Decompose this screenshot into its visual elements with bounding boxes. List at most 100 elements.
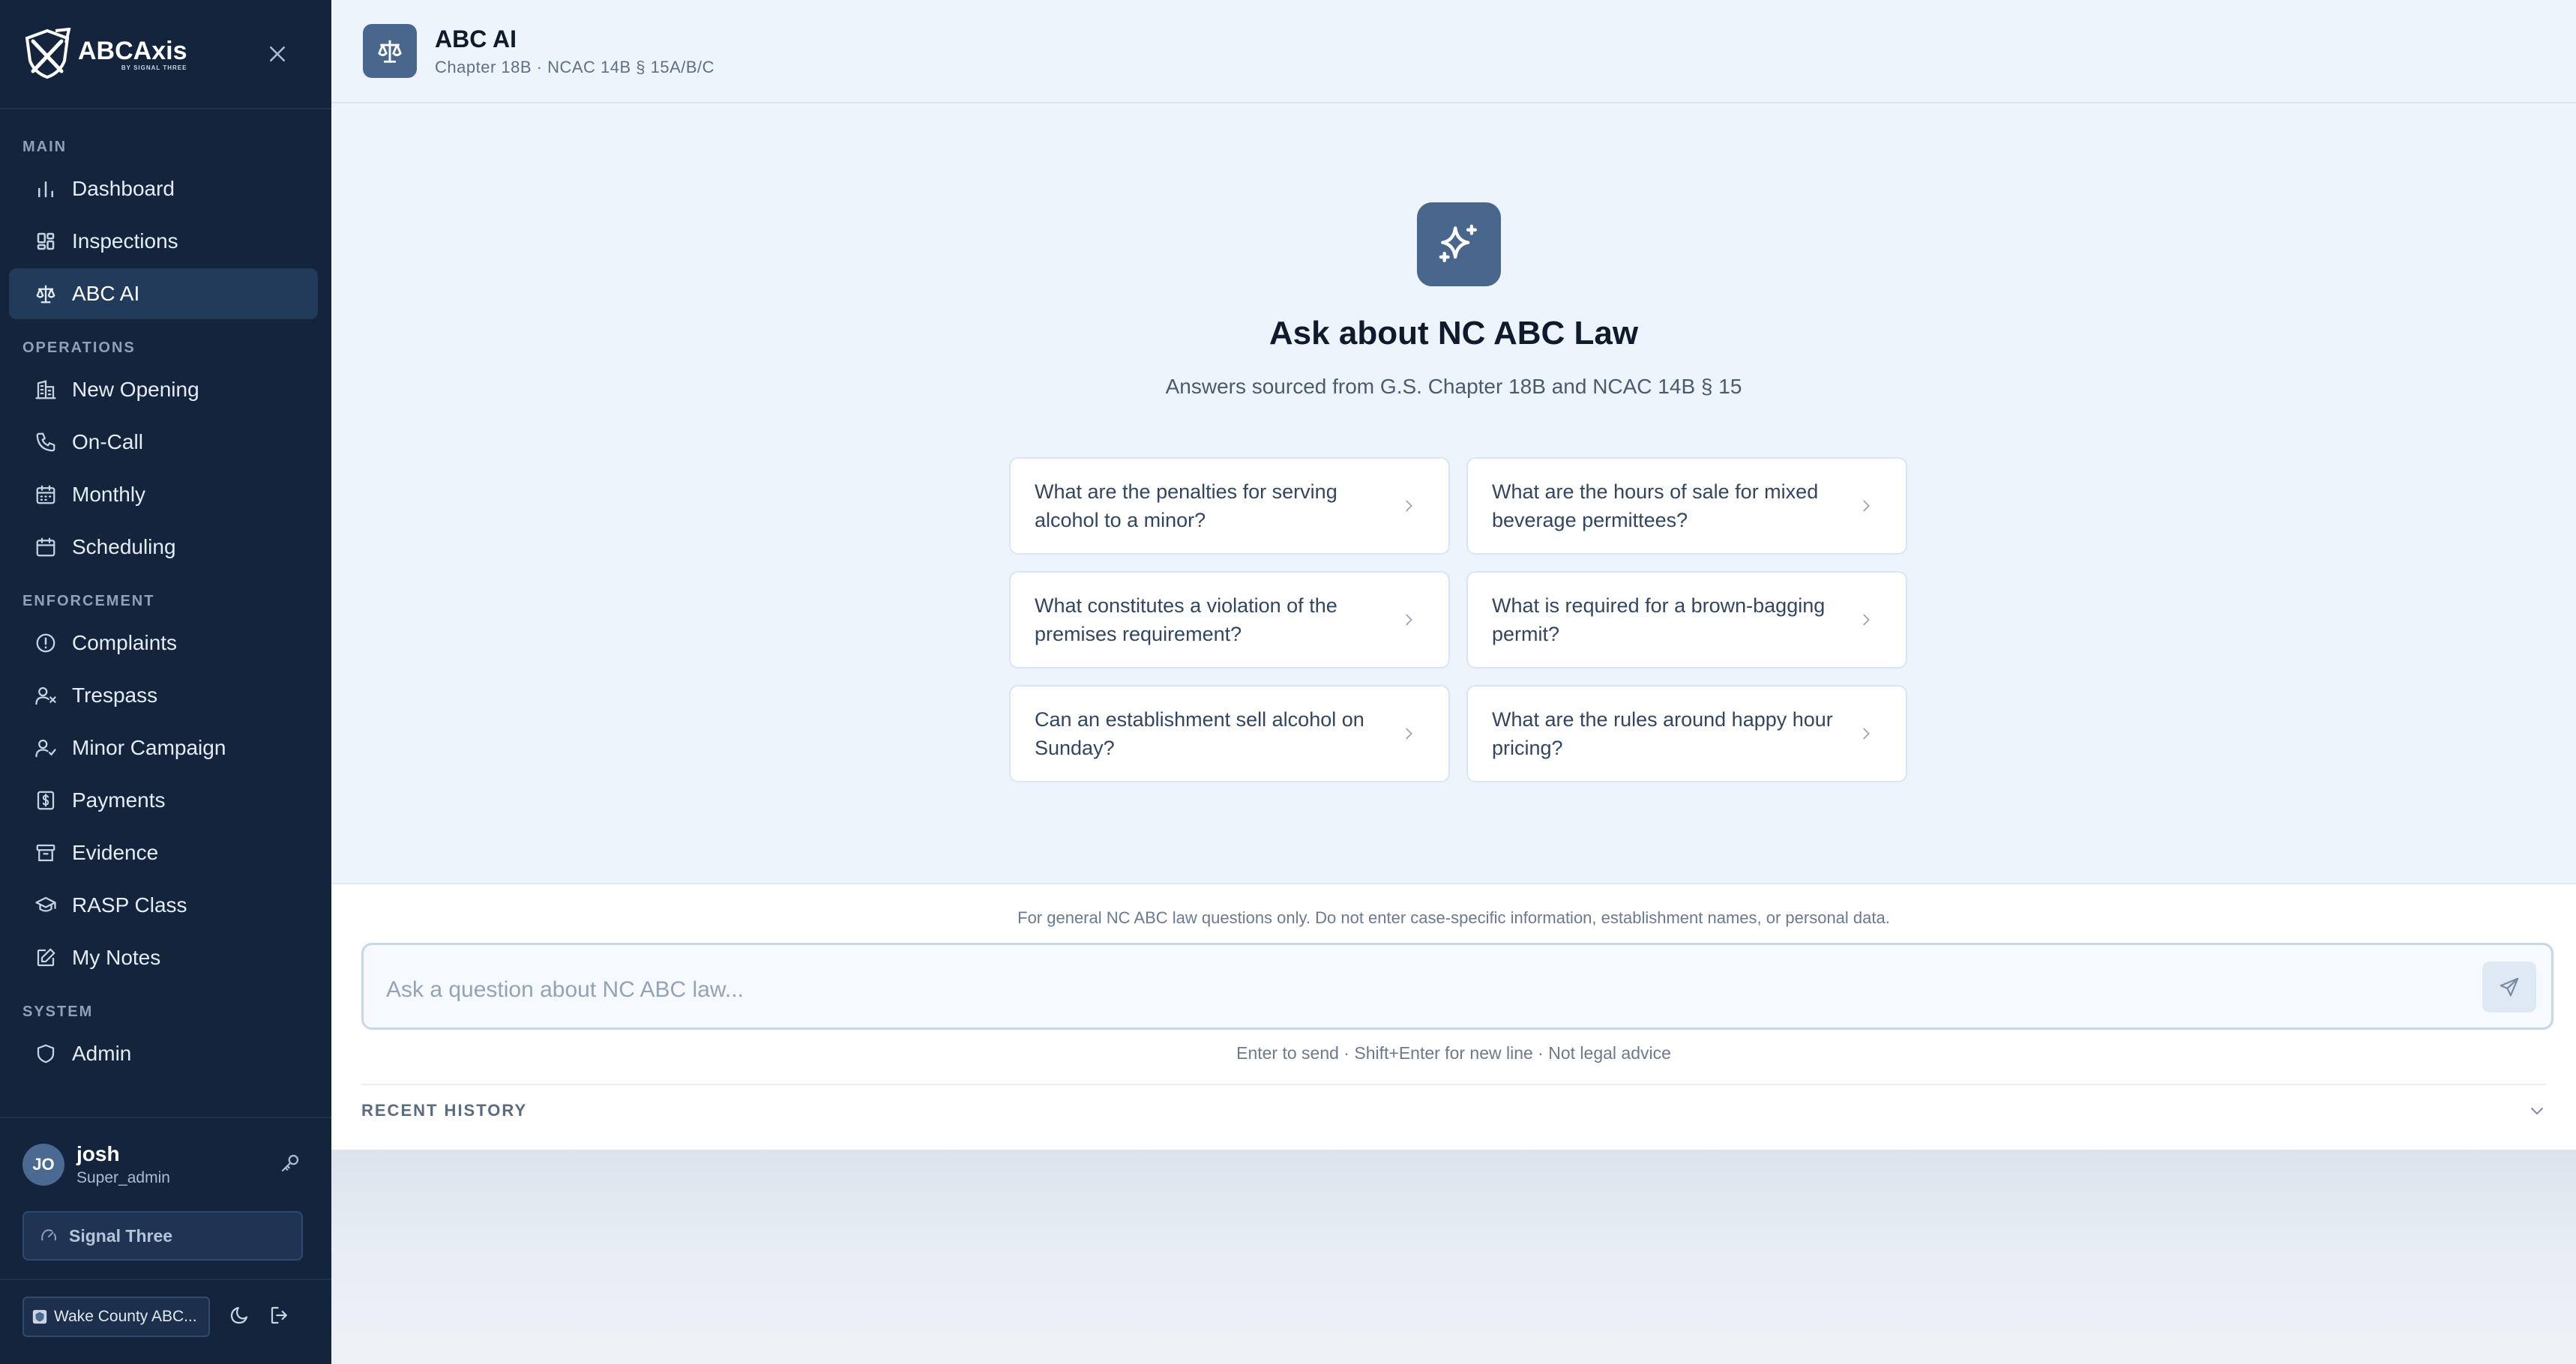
hero-icon: [1417, 202, 1501, 286]
sidebar-item-label: Evidence: [72, 841, 159, 864]
county-selector-button[interactable]: Wake County ABC...: [22, 1297, 210, 1337]
building-icon: [35, 380, 56, 399]
sidebar-item-new-opening[interactable]: New Opening: [9, 364, 318, 415]
chevron-right-icon: [1406, 728, 1412, 740]
logout-icon: [271, 1306, 287, 1324]
section-label-system: SYSTEM: [22, 1004, 94, 1020]
logo-text: ABCAxis: [78, 36, 187, 65]
sidebar-item-label: Scheduling: [72, 535, 176, 558]
calendar-icon: [36, 537, 55, 557]
county-seal-icon: [32, 1309, 47, 1324]
sidebar-footer: JO josh Super_admin Signal Three Wake Co…: [0, 1117, 331, 1364]
sidebar-item-complaints[interactable]: Complaints: [9, 618, 318, 669]
sidebar-item-label: New Opening: [72, 378, 199, 401]
suggestion-card[interactable]: What are the rules around happy hour pri…: [1466, 685, 1907, 782]
sidebar-item-abc-ai[interactable]: ABC AI: [9, 268, 318, 319]
calendar-days-icon: [36, 485, 55, 504]
sidebar-item-admin[interactable]: Admin: [9, 1028, 318, 1079]
sidebar-item-label: Monthly: [72, 483, 146, 506]
user-role: Super_admin: [76, 1169, 170, 1186]
theme-toggle-button[interactable]: [228, 1304, 250, 1330]
sidebar-nav: MAIN Dashboard Inspections ABC AI OPERAT…: [0, 109, 331, 1079]
chevron-right-icon: [1406, 500, 1412, 512]
hero-subtitle: Answers sourced from G.S. Chapter 18B an…: [1165, 375, 1742, 398]
send-icon: [2500, 977, 2519, 997]
page-background: [331, 1150, 2576, 1364]
suggestion-text: Can an establishment sell alcohol on Sun…: [1035, 708, 1364, 759]
county-button-label: Wake County ABC...: [54, 1308, 197, 1325]
user-profile: JO josh Super_admin: [0, 1118, 331, 1211]
page-subtitle: Chapter 18B · NCAC 14B § 15A/B/C: [435, 57, 715, 76]
page-header: ABC AI Chapter 18B · NCAC 14B § 15A/B/C: [331, 0, 2576, 103]
sidebar-item-evidence[interactable]: Evidence: [9, 827, 318, 878]
suggestion-card[interactable]: What are the penalties for serving alcoh…: [1009, 457, 1450, 555]
suggestion-card[interactable]: Can an establishment sell alcohol on Sun…: [1009, 685, 1450, 782]
suggestion-text: What is required for a brown-bagging per…: [1492, 594, 1826, 645]
sidebar-item-payments[interactable]: Payments: [9, 775, 318, 826]
section-label-operations: OPERATIONS: [22, 340, 136, 356]
key-icon: [281, 1154, 299, 1171]
header-icon: [363, 24, 417, 78]
sparkles-icon: [1439, 224, 1477, 262]
avatar[interactable]: JO: [22, 1144, 64, 1186]
chat-input-box: [361, 943, 2554, 1030]
empty-state: Ask about NC ABC Law Answers sourced fro…: [331, 103, 2576, 883]
sidebar-item-on-call[interactable]: On-Call: [9, 417, 318, 468]
sidebar-item-label: Admin: [72, 1042, 132, 1065]
suggestion-text: What constitutes a violation of the prem…: [1035, 594, 1337, 645]
org-switch-button[interactable]: Signal Three: [22, 1211, 303, 1261]
archive-icon: [36, 844, 55, 862]
send-button[interactable]: [2482, 962, 2536, 1013]
sidebar-item-label: Minor Campaign: [72, 736, 226, 759]
sidebar-item-label: Inspections: [72, 229, 178, 253]
hero-title: Ask about NC ABC Law: [1269, 315, 1639, 351]
suggestion-card[interactable]: What are the hours of sale for mixed bev…: [1466, 457, 1907, 555]
sidebar-item-trespass[interactable]: Trespass: [9, 670, 318, 721]
chat-input[interactable]: [386, 974, 2440, 1007]
sidebar-item-label: Trespass: [72, 683, 158, 707]
chevron-down-icon: [2531, 1108, 2543, 1115]
chevron-right-icon: [1863, 728, 1870, 740]
sidebar-item-label: On-Call: [72, 430, 143, 453]
abcaxis-logo[interactable]: ABCAxis BY SIGNAL THREE: [22, 28, 187, 80]
sidebar-item-my-notes[interactable]: My Notes: [9, 932, 318, 983]
note-edit-icon: [37, 948, 55, 967]
moon-icon: [230, 1306, 248, 1324]
sidebar-item-dashboard[interactable]: Dashboard: [9, 163, 318, 214]
graduation-cap-icon: [35, 896, 56, 912]
input-hint: Enter to send · Shift+Enter for new line…: [1236, 1043, 1671, 1063]
section-label-main: MAIN: [22, 139, 67, 155]
suggestion-card[interactable]: What is required for a brown-bagging per…: [1466, 571, 1907, 669]
close-icon: [270, 46, 285, 61]
recent-history-toggle[interactable]: RECENT HISTORY: [361, 1084, 2546, 1136]
change-password-button[interactable]: [279, 1152, 301, 1178]
chevron-right-icon: [1863, 500, 1870, 512]
gauge-icon: [41, 1229, 56, 1241]
sidebar-item-minor-campaign[interactable]: Minor Campaign: [9, 722, 318, 773]
dollar-icon: [37, 791, 55, 810]
sidebar: ABCAxis BY SIGNAL THREE MAIN Dashboard I…: [0, 0, 331, 1364]
logo-subtext: BY SIGNAL THREE: [121, 64, 187, 71]
sidebar-item-label: Dashboard: [72, 177, 175, 200]
sidebar-item-label: My Notes: [72, 946, 161, 969]
sidebar-item-monthly[interactable]: Monthly: [9, 469, 318, 520]
logout-button[interactable]: [268, 1304, 291, 1330]
suggestion-card[interactable]: What constitutes a violation of the prem…: [1009, 571, 1450, 669]
chevron-right-icon: [1863, 614, 1870, 626]
sidebar-item-label: ABC AI: [72, 282, 140, 305]
sidebar-item-scheduling[interactable]: Scheduling: [9, 522, 318, 573]
suggestion-text: What are the penalties for serving alcoh…: [1035, 480, 1337, 531]
page-title: ABC AI: [435, 25, 517, 52]
sidebar-item-inspections[interactable]: Inspections: [9, 216, 318, 267]
close-sidebar-button[interactable]: [261, 37, 294, 70]
chevron-right-icon: [1406, 614, 1412, 626]
main-content: ABC AI Chapter 18B · NCAC 14B § 15A/B/C …: [331, 0, 2576, 1364]
privacy-disclaimer: For general NC ABC law questions only. D…: [1017, 908, 1890, 927]
sidebar-item-label: Complaints: [72, 631, 178, 654]
chat-composer: For general NC ABC law questions only. D…: [331, 883, 2576, 1150]
sidebar-item-rasp-class[interactable]: RASP Class: [9, 880, 318, 931]
sidebar-item-label: Payments: [72, 788, 166, 812]
user-x-icon: [35, 686, 56, 705]
org-button-label: Signal Three: [69, 1225, 173, 1246]
suggestion-text: What are the hours of sale for mixed bev…: [1492, 480, 1819, 531]
